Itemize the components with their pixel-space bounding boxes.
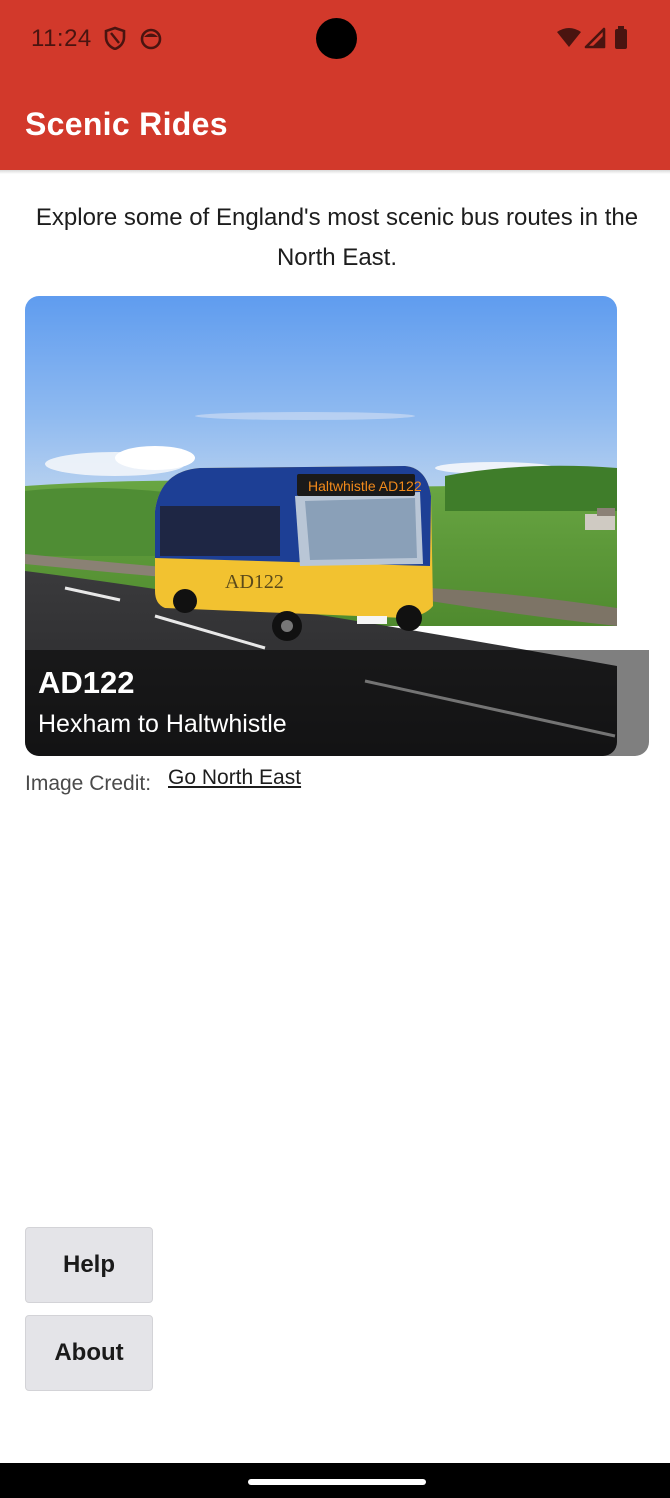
wifi-icon bbox=[556, 27, 582, 54]
status-bar: 11:24 bbox=[0, 0, 670, 78]
battery-icon bbox=[614, 26, 628, 55]
route-name: Hexham to Haltwhistle bbox=[38, 710, 287, 738]
image-credit-label: Image Credit: bbox=[25, 772, 152, 795]
app-notification-icon bbox=[140, 26, 162, 55]
app-bar: 11:24 Scenic Rides bbox=[0, 0, 670, 170]
about-button[interactable]: About bbox=[25, 1315, 153, 1391]
app-bar-shadow bbox=[0, 170, 670, 174]
status-time: 11:24 bbox=[31, 25, 92, 52]
image-credit-link[interactable]: Go North East bbox=[168, 766, 301, 790]
svg-text:Haltwhistle AD122: Haltwhistle AD122 bbox=[308, 478, 422, 494]
app-title: Scenic Rides bbox=[25, 106, 228, 142]
intro-text: Explore some of England's most scenic bu… bbox=[35, 204, 639, 271]
help-button[interactable]: Help bbox=[25, 1227, 153, 1303]
home-gesture-handle[interactable] bbox=[248, 1479, 426, 1485]
scenic-rides-screen: 11:24 Scenic Rides Explore some of Engla… bbox=[0, 0, 670, 1498]
cellular-signal-icon bbox=[584, 27, 606, 54]
svg-text:AD122: AD122 bbox=[225, 571, 284, 593]
front-camera-cutout bbox=[316, 18, 357, 59]
route-code: AD122 bbox=[38, 665, 135, 700]
shield-icon bbox=[104, 26, 126, 55]
